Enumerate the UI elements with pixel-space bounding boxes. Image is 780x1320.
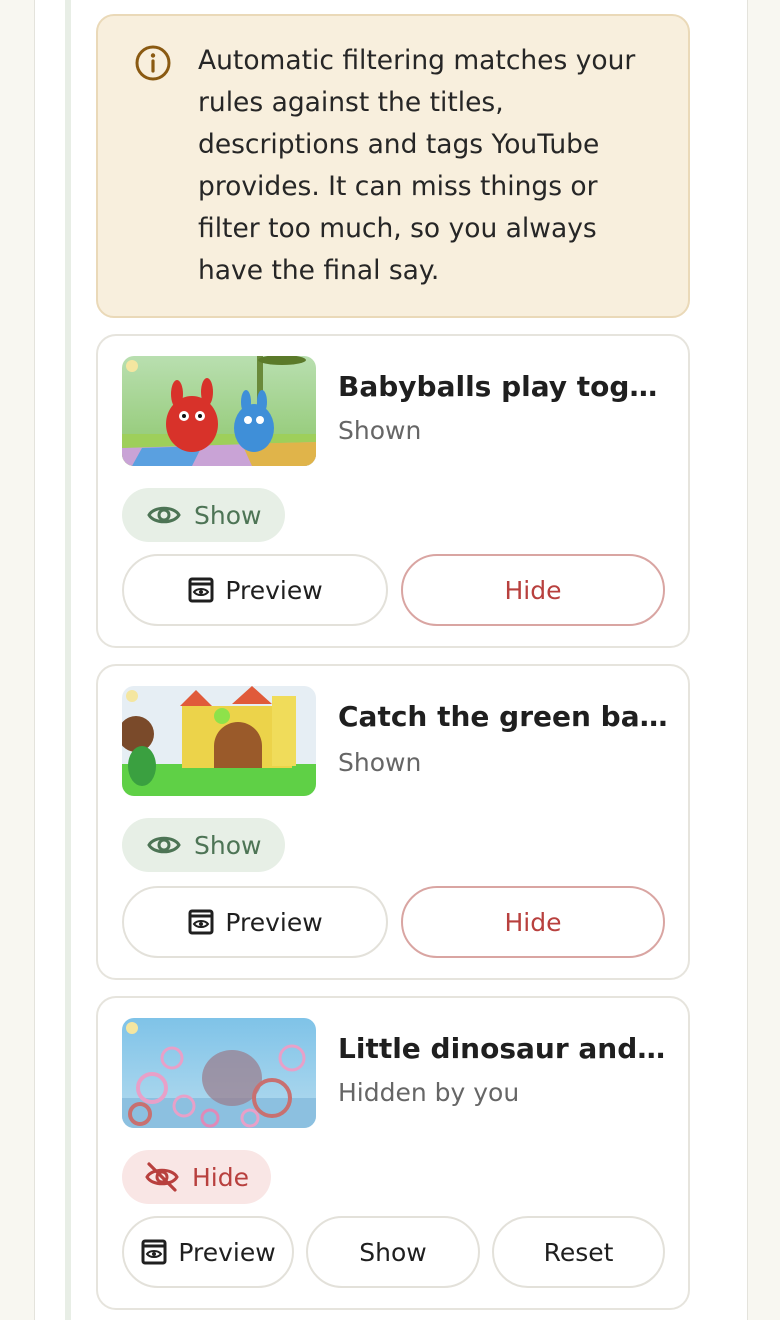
reset-label: Reset [543, 1237, 614, 1267]
preview-button[interactable]: Preview [122, 554, 388, 626]
chip-label: Show [194, 830, 262, 860]
preview-button[interactable]: Preview [122, 1216, 294, 1288]
video-title: Little dinosaur and … [338, 1032, 668, 1065]
preview-label: Preview [178, 1237, 276, 1267]
chip-label: Show [194, 500, 262, 530]
preview-button[interactable]: Preview [122, 886, 388, 958]
preview-icon [188, 577, 214, 603]
hide-button[interactable]: Hide [401, 886, 665, 958]
video-status: Shown [338, 748, 422, 777]
video-title: Babyballs play toge… [338, 370, 668, 403]
info-icon [135, 45, 171, 81]
eye-icon [147, 506, 181, 524]
panel-accent-bar [65, 0, 71, 1320]
chip-label: Hide [192, 1162, 249, 1192]
status-chip-show: Show [122, 818, 286, 872]
preview-icon [141, 1239, 167, 1265]
hide-button[interactable]: Hide [401, 554, 665, 626]
video-thumbnail[interactable] [122, 1018, 316, 1128]
preview-label: Preview [225, 575, 323, 605]
video-card: Babyballs play toge… Shown Show Preview … [96, 334, 690, 648]
video-card: Catch the green bal… Shown Show Preview … [96, 664, 690, 980]
preview-label: Preview [225, 907, 323, 937]
notice-text: Automatic filtering matches your rules a… [198, 45, 636, 286]
video-card: Little dinosaur and … Hidden by you Hide… [96, 996, 690, 1310]
video-status: Shown [338, 416, 422, 445]
status-chip-show: Show [122, 488, 286, 542]
video-title: Catch the green bal… [338, 700, 668, 733]
eye-off-icon [145, 1162, 179, 1192]
video-status: Hidden by you [338, 1078, 520, 1107]
preview-icon [188, 909, 214, 935]
status-chip-hide: Hide [122, 1150, 271, 1204]
hide-label: Hide [504, 907, 562, 937]
reset-button[interactable]: Reset [492, 1216, 665, 1288]
show-button[interactable]: Show [306, 1216, 480, 1288]
show-label: Show [359, 1237, 427, 1267]
video-thumbnail[interactable] [122, 686, 316, 796]
video-thumbnail[interactable] [122, 356, 316, 466]
hide-label: Hide [504, 575, 562, 605]
eye-icon [147, 836, 181, 854]
filtering-notice: Automatic filtering matches your rules a… [96, 14, 690, 318]
